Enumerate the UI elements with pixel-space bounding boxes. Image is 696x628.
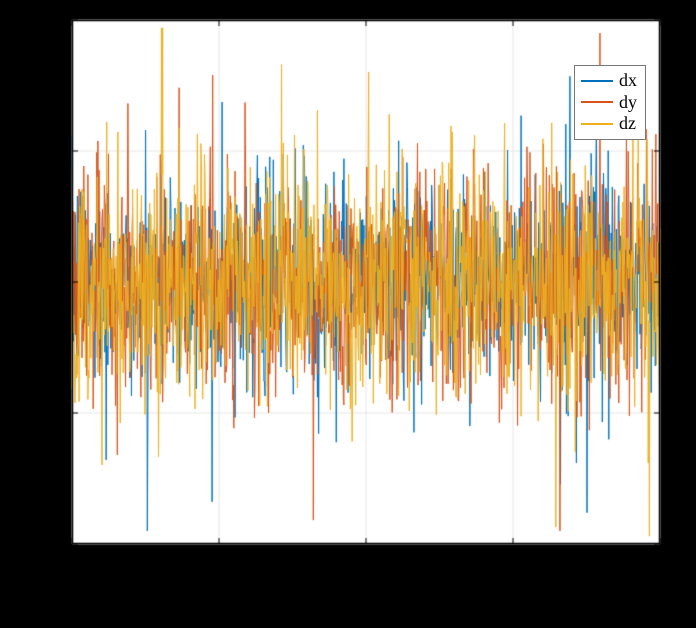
legend-item-dz: dz — [581, 113, 637, 135]
chart-frame: dx dy dz — [0, 0, 696, 628]
legend: dx dy dz — [574, 65, 646, 140]
legend-item-dy: dy — [581, 92, 637, 114]
legend-label-dy: dy — [619, 92, 637, 114]
legend-swatch-dz — [581, 123, 613, 125]
legend-item-dx: dx — [581, 70, 637, 92]
legend-swatch-dy — [581, 101, 613, 103]
legend-label-dz: dz — [619, 113, 636, 135]
legend-swatch-dx — [581, 80, 613, 82]
legend-label-dx: dx — [619, 70, 637, 92]
